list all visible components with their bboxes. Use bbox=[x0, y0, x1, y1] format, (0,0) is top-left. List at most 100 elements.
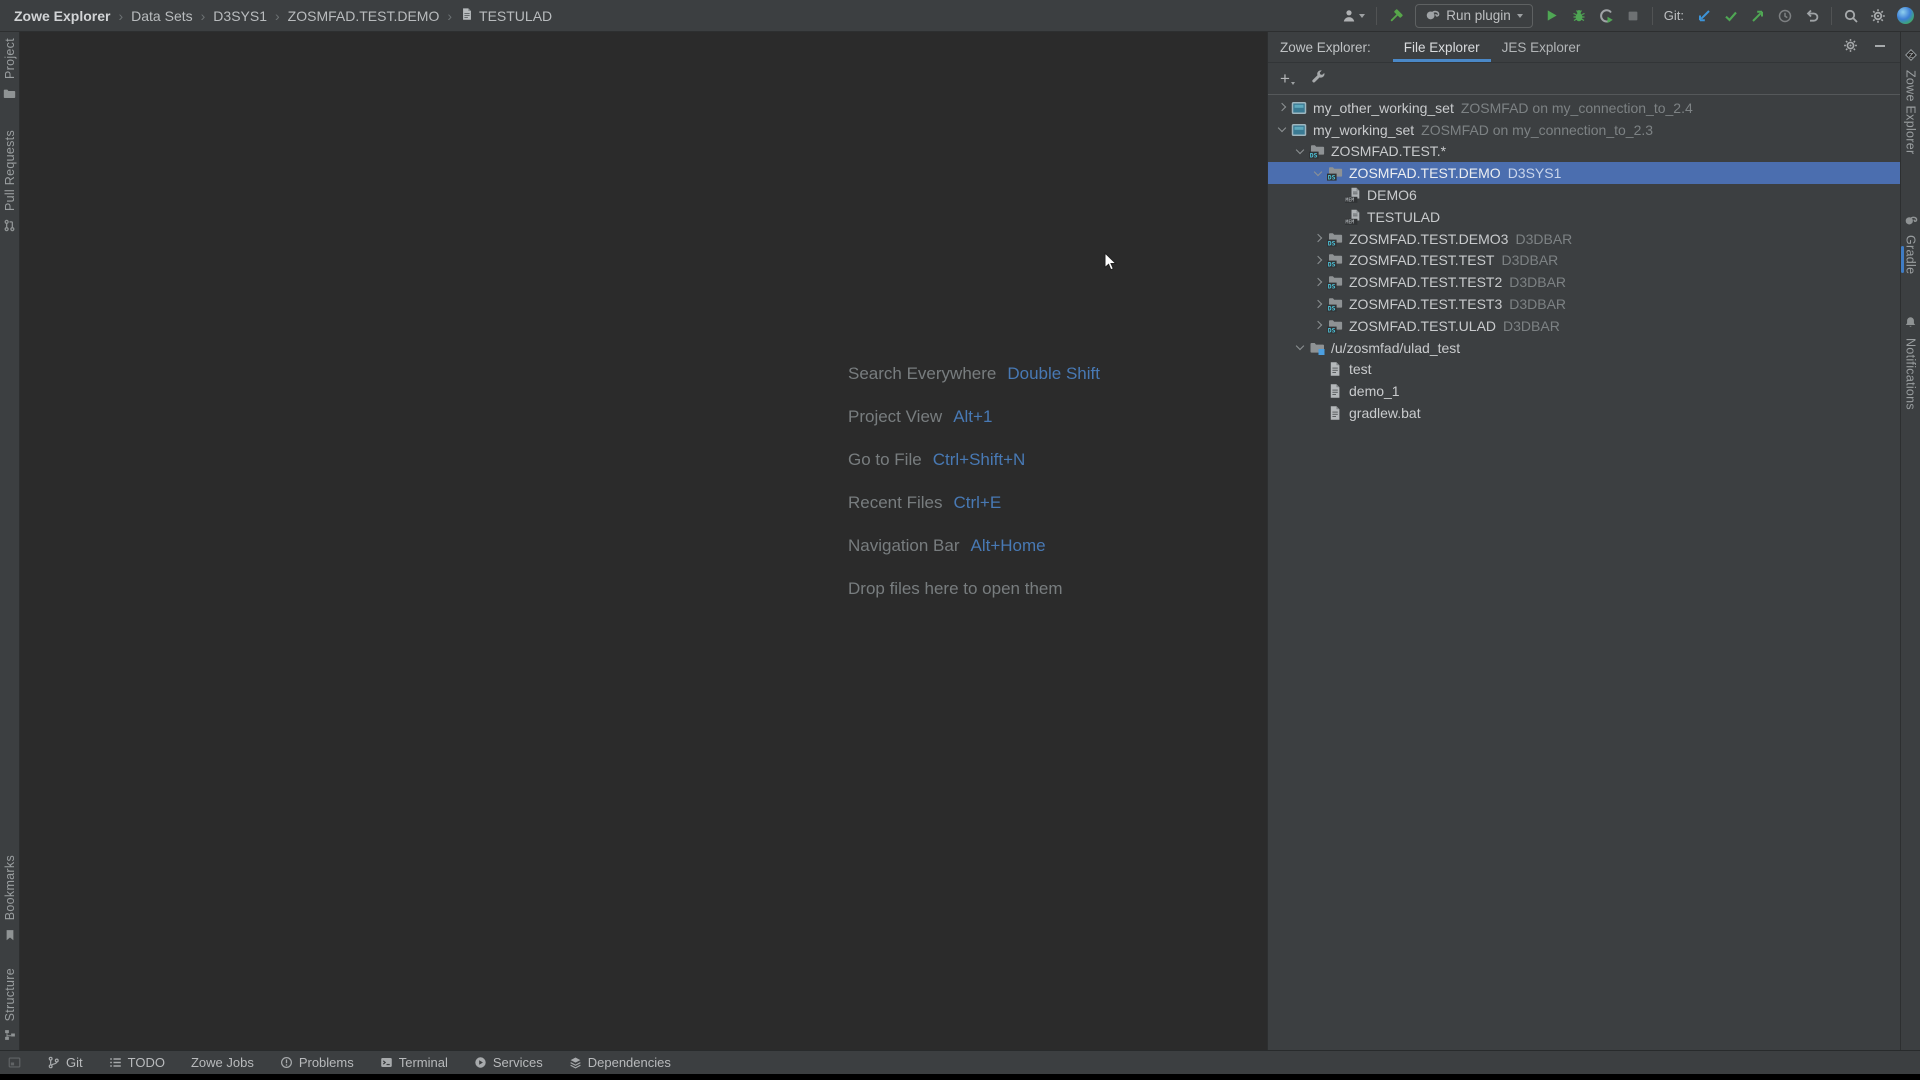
tree-node-icon: DS MEM bbox=[1327, 252, 1344, 268]
profiler-button[interactable] bbox=[1598, 8, 1614, 24]
code-with-me-sphere-icon[interactable] bbox=[1897, 7, 1914, 24]
tree-row[interactable]: DS MEM TESTULAD bbox=[1268, 206, 1900, 228]
tree-chevron-icon[interactable] bbox=[1292, 144, 1307, 159]
tree-node-label: ZOSMFAD.TEST.* bbox=[1331, 143, 1446, 159]
tree-node-label: /u/zosmfad/ulad_test bbox=[1331, 340, 1460, 356]
breadcrumb-item[interactable]: D3SYS1 bbox=[193, 8, 267, 24]
breadcrumb-label: Zowe Explorer bbox=[14, 8, 110, 24]
shortcut-action-label: Drop files here to open them bbox=[848, 579, 1063, 599]
tree-chevron-icon[interactable] bbox=[1274, 122, 1289, 137]
run-button[interactable] bbox=[1544, 8, 1560, 24]
tree-row[interactable]: DS MEM ZOSMFAD.TEST.DEMO D3SYS1 bbox=[1268, 162, 1900, 184]
tree-row[interactable]: DS MEM ZOSMFAD.TEST.DEMO3 D3DBAR bbox=[1268, 228, 1900, 250]
stop-button bbox=[1625, 8, 1641, 24]
tree-chevron-icon[interactable] bbox=[1310, 231, 1325, 246]
run-configuration-dropdown[interactable]: Run plugin bbox=[1415, 4, 1533, 28]
status-item-label: Dependencies bbox=[588, 1055, 671, 1070]
tree-row[interactable]: DS MEM ZOSMFAD.TEST.* bbox=[1268, 141, 1900, 163]
chevron-down-icon bbox=[1291, 82, 1295, 85]
build-hammer-icon[interactable] bbox=[1388, 8, 1404, 24]
breadcrumb-item[interactable]: Zowe Explorer bbox=[14, 8, 110, 24]
tree-row[interactable]: DS MEM my_other_working_set ZOSMFAD on m… bbox=[1268, 97, 1900, 119]
tree-row[interactable]: DS MEM ZOSMFAD.TEST.TEST3 D3DBAR bbox=[1268, 293, 1900, 315]
tree-chevron-icon[interactable] bbox=[1310, 297, 1325, 312]
git-toolbar-label: Git: bbox=[1664, 8, 1684, 23]
tool-window-switcher-icon[interactable] bbox=[8, 1056, 21, 1069]
status-item-label: Git bbox=[66, 1055, 83, 1070]
sidebar-item-zowe-explorer[interactable]: Zowe Explorer bbox=[1904, 70, 1918, 155]
tree-row[interactable]: DS MEM /u/zosmfad/ulad_test bbox=[1268, 337, 1900, 359]
breadcrumb-item[interactable]: ZOSMFAD.TEST.DEMO bbox=[267, 8, 439, 24]
tree-chevron-icon[interactable] bbox=[1310, 406, 1325, 421]
status-item-zowe-jobs[interactable]: Zowe Jobs bbox=[191, 1055, 254, 1070]
toolbar-separator bbox=[1376, 7, 1377, 25]
tree-row[interactable]: DS MEM ZOSMFAD.TEST.ULAD D3DBAR bbox=[1268, 315, 1900, 337]
hide-tool-window-icon[interactable] bbox=[1874, 40, 1886, 55]
shortcut-keystroke: Alt+1 bbox=[953, 407, 992, 427]
status-item-label: TODO bbox=[128, 1055, 165, 1070]
tree-chevron-icon[interactable] bbox=[1310, 362, 1325, 377]
sidebar-item-gradle[interactable]: Gradle bbox=[1904, 235, 1918, 274]
breadcrumb-item[interactable]: Data Sets bbox=[110, 8, 192, 24]
tree-node-icon: DS MEM bbox=[1309, 143, 1326, 159]
sidebar-item-pull-requests[interactable]: Pull Requests bbox=[3, 130, 17, 211]
tab-label: JES Explorer bbox=[1502, 40, 1581, 55]
tree-row[interactable]: DS MEM ZOSMFAD.TEST.TEST2 D3DBAR bbox=[1268, 271, 1900, 293]
settings-wrench-icon[interactable] bbox=[1311, 69, 1326, 89]
settings-gear-icon[interactable] bbox=[1870, 8, 1886, 24]
tree-node-suffix: D3DBAR bbox=[1501, 252, 1558, 268]
tree-chevron-icon[interactable] bbox=[1292, 340, 1307, 355]
tree-row[interactable]: DS MEM my_working_set ZOSMFAD on my_conn… bbox=[1268, 119, 1900, 141]
debug-button[interactable] bbox=[1571, 8, 1587, 24]
user-account-icon[interactable] bbox=[1341, 8, 1365, 24]
git-update-icon[interactable] bbox=[1696, 8, 1712, 24]
shortcut-hint-row: Drop files here to open them bbox=[848, 567, 1100, 610]
status-item-problems[interactable]: Problems bbox=[280, 1055, 354, 1070]
git-push-icon[interactable] bbox=[1750, 8, 1766, 24]
status-item-terminal[interactable]: Terminal bbox=[380, 1055, 448, 1070]
tool-window-gear-icon[interactable] bbox=[1843, 38, 1858, 56]
tree-chevron-icon[interactable] bbox=[1310, 318, 1325, 333]
tree-row[interactable]: DS MEM test bbox=[1268, 359, 1900, 381]
tree-chevron-icon[interactable] bbox=[1310, 253, 1325, 268]
svg-text:DS: DS bbox=[1328, 304, 1336, 312]
tree-node-suffix: D3DBAR bbox=[1515, 231, 1572, 247]
search-everywhere-icon[interactable] bbox=[1843, 8, 1859, 24]
toolbar-separator bbox=[1652, 7, 1653, 25]
tool-window-tab[interactable]: File Explorer bbox=[1393, 32, 1491, 62]
tree-chevron-icon[interactable] bbox=[1328, 209, 1343, 224]
tree-chevron-icon[interactable] bbox=[1310, 166, 1325, 181]
tree-row[interactable]: DS MEM DEMO6 bbox=[1268, 184, 1900, 206]
tree-row[interactable]: DS MEM gradlew.bat bbox=[1268, 402, 1900, 424]
shortcut-hint-row: Recent Files Ctrl+E bbox=[848, 481, 1100, 524]
tree-chevron-icon[interactable] bbox=[1328, 188, 1343, 203]
svg-text:DS: DS bbox=[1310, 152, 1318, 160]
status-item-todo[interactable]: TODO bbox=[109, 1055, 165, 1070]
svg-text:DS: DS bbox=[1328, 261, 1336, 269]
tool-window-header-actions bbox=[1843, 38, 1900, 56]
status-item-dependencies[interactable]: Dependencies bbox=[569, 1055, 671, 1070]
tree-chevron-icon[interactable] bbox=[1310, 275, 1325, 290]
tool-window-tab[interactable]: JES Explorer bbox=[1491, 32, 1592, 62]
sidebar-item-bookmarks[interactable]: Bookmarks bbox=[3, 855, 17, 920]
git-commit-icon[interactable] bbox=[1723, 8, 1739, 24]
sidebar-item-structure[interactable]: Structure bbox=[3, 968, 17, 1021]
sidebar-item-project[interactable]: Project bbox=[3, 38, 17, 79]
shortcut-keystroke: Ctrl+Shift+N bbox=[933, 450, 1026, 470]
breadcrumb-item[interactable]: TESTULAD bbox=[439, 7, 552, 24]
status-item-git[interactable]: Git bbox=[47, 1055, 83, 1070]
editor-shortcut-hints: Search Everywhere Double Shift Project V… bbox=[848, 352, 1100, 610]
add-button[interactable]: + bbox=[1280, 71, 1295, 86]
toolbar-separator bbox=[1831, 7, 1832, 25]
shortcut-action-label: Go to File bbox=[848, 450, 922, 470]
tree-chevron-icon[interactable] bbox=[1274, 100, 1289, 115]
mouse-cursor bbox=[1104, 252, 1118, 277]
rollback-icon[interactable] bbox=[1804, 8, 1820, 24]
tree-node-suffix: ZOSMFAD on my_connection_to_2.3 bbox=[1421, 122, 1653, 138]
svg-text:MEM: MEM bbox=[1345, 198, 1354, 203]
tree-chevron-icon[interactable] bbox=[1310, 384, 1325, 399]
status-item-services[interactable]: Services bbox=[474, 1055, 543, 1070]
tree-row[interactable]: DS MEM ZOSMFAD.TEST.TEST D3DBAR bbox=[1268, 250, 1900, 272]
sidebar-item-notifications[interactable]: Notifications bbox=[1904, 338, 1918, 410]
tree-row[interactable]: DS MEM demo_1 bbox=[1268, 380, 1900, 402]
